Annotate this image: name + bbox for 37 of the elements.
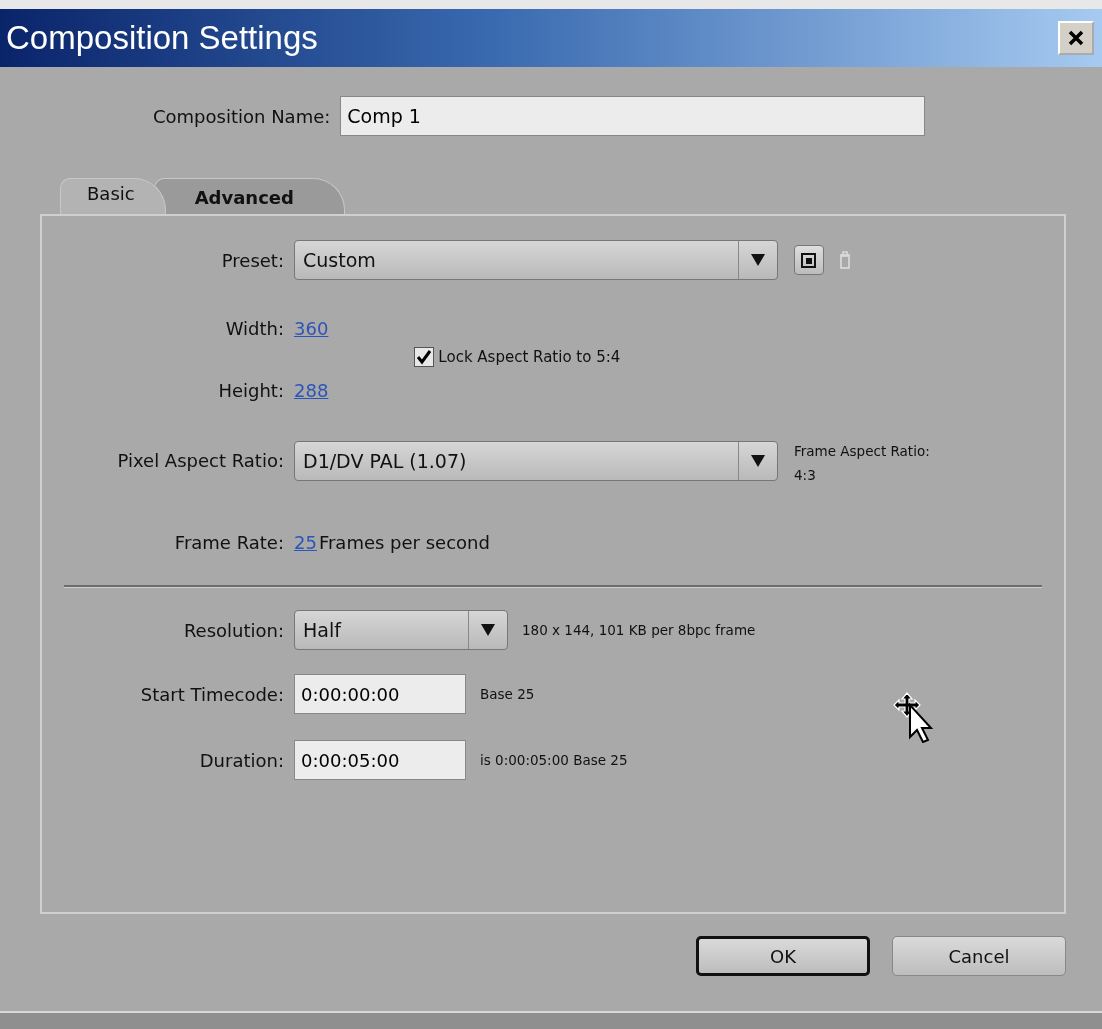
field-label: Pixel Aspect Ratio:	[116, 450, 284, 471]
field-label: Height:	[217, 379, 284, 401]
info-value: 4:3	[794, 467, 817, 483]
dialog-button[interactable]: OK	[696, 936, 870, 976]
info-text: is 0:00:05:00 Base 25	[480, 752, 628, 768]
field-label: Composition Name:	[153, 105, 331, 127]
page-icon	[800, 251, 818, 269]
tab[interactable]: Advanced	[153, 178, 345, 214]
unit-label: Frames per second	[318, 531, 490, 553]
checkbox-label: Lock Aspect Ratio to 5:4	[438, 348, 621, 366]
input-field[interactable]: Comp 1	[340, 96, 926, 136]
info-text: 180 x 144, 101 KB per 8bpc frame	[522, 622, 756, 638]
info-text: Base 25	[480, 686, 535, 702]
window-title: Composition Settings	[6, 19, 318, 57]
caret-icon	[751, 254, 765, 266]
field-label: Width:	[224, 317, 284, 339]
input-field[interactable]: 0:00:05:00	[294, 740, 466, 780]
close-icon	[1067, 29, 1085, 47]
caret-icon	[751, 455, 765, 467]
dropdown[interactable]: Half	[294, 610, 508, 650]
trash-icon	[838, 250, 852, 270]
dialog-button[interactable]: Cancel	[892, 936, 1066, 976]
field-label: Duration:	[198, 749, 284, 771]
input-field[interactable]: 0:00:00:00	[294, 674, 466, 714]
close-button[interactable]	[1058, 21, 1094, 55]
caret-icon	[481, 624, 495, 636]
field-label: Preset:	[220, 249, 284, 271]
tab[interactable]: Basic	[60, 178, 166, 214]
info-label: Frame Aspect Ratio:	[794, 443, 930, 459]
field-label: Resolution:	[182, 619, 284, 641]
dropdown[interactable]: D1/DV PAL (1.07)	[294, 441, 778, 481]
save-preset-button[interactable]	[794, 245, 824, 275]
field-label: Frame Rate:	[173, 531, 284, 553]
checkbox[interactable]	[414, 347, 435, 367]
checkmark-icon	[416, 349, 433, 365]
dropdown[interactable]: Custom	[294, 240, 778, 280]
field-label: Start Timecode:	[139, 683, 284, 705]
